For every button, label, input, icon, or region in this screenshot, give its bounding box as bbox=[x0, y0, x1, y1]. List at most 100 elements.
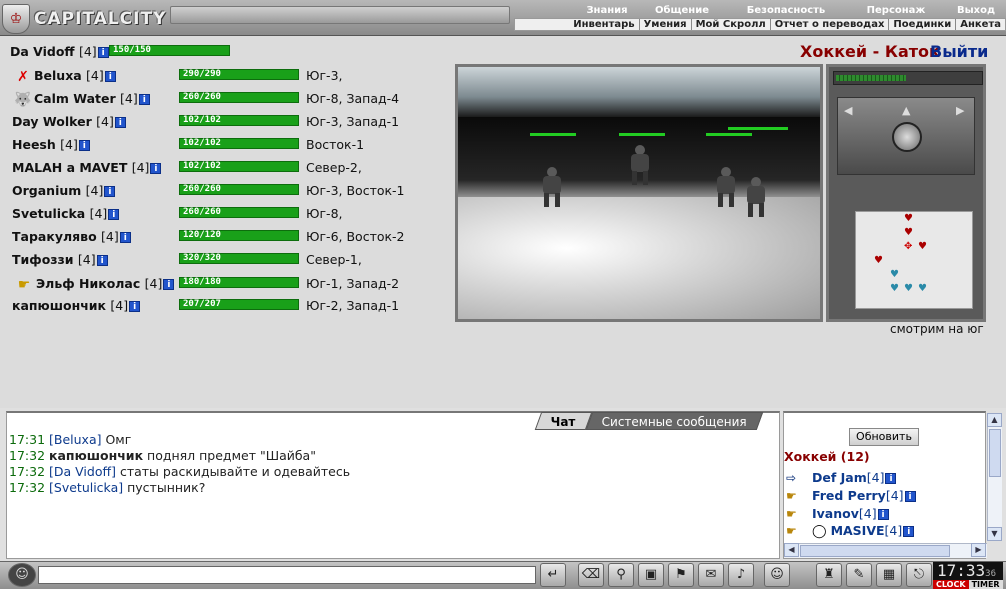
private-message-icon[interactable]: ✉ bbox=[698, 563, 724, 587]
player-name[interactable]: Тифоззи bbox=[12, 252, 74, 267]
horizontal-scrollbar[interactable] bbox=[784, 543, 987, 558]
tool-icon[interactable]: ✎ bbox=[846, 563, 872, 587]
menu-exit[interactable]: Выход bbox=[946, 5, 1006, 17]
player-name[interactable]: Heesh bbox=[12, 137, 56, 152]
info-icon[interactable]: i bbox=[129, 301, 141, 312]
compass-center-icon[interactable] bbox=[892, 122, 922, 152]
minimap[interactable]: ♥ ♥ ✥ ♥ ♥ ♥ ♥ ♥ ♥ bbox=[855, 211, 973, 309]
player-level: [4] bbox=[120, 91, 138, 106]
menu-security[interactable]: Безопасность bbox=[726, 5, 846, 17]
chat-time[interactable]: 17:32 bbox=[9, 464, 45, 479]
info-icon[interactable]: i bbox=[904, 491, 916, 502]
room-list-item[interactable]: ⇨ Def Jam[4] i bbox=[786, 470, 897, 486]
info-icon[interactable]: i bbox=[903, 526, 915, 537]
player-name[interactable]: капюшончик bbox=[12, 298, 106, 313]
submenu-duels[interactable]: Поединки bbox=[889, 19, 957, 30]
info-icon[interactable]: i bbox=[877, 509, 889, 520]
info-icon[interactable]: i bbox=[119, 232, 131, 243]
info-icon[interactable]: i bbox=[96, 255, 108, 266]
player-figure[interactable] bbox=[626, 145, 654, 185]
info-icon[interactable]: i bbox=[114, 117, 126, 128]
chat-user[interactable]: [Svetulicka] bbox=[49, 480, 123, 495]
smile-icon[interactable]: ☺ bbox=[764, 563, 790, 587]
tab-system-messages[interactable]: Системные сообщения bbox=[585, 412, 763, 430]
chat-time[interactable]: 17:31 bbox=[9, 432, 45, 447]
move-forward-icon[interactable]: ▲ bbox=[902, 104, 910, 117]
exit-link[interactable]: Выйти bbox=[930, 42, 988, 61]
player-name[interactable]: Calm Water bbox=[34, 91, 116, 106]
send-enter-icon[interactable]: ↵ bbox=[540, 563, 566, 587]
menu-knowledge[interactable]: Знания bbox=[576, 5, 638, 17]
chat-user[interactable]: [Beluxa] bbox=[49, 432, 101, 447]
refresh-button[interactable]: Обновить bbox=[849, 428, 919, 446]
chat-user[interactable]: капюшончик bbox=[49, 448, 143, 463]
hand-icon: ☛ bbox=[786, 507, 797, 521]
player-name[interactable]: Day Wolker bbox=[12, 114, 92, 129]
exit-icon[interactable]: ⎋ bbox=[906, 563, 932, 587]
player-name[interactable]: Beluxa bbox=[34, 68, 82, 83]
room-player-name[interactable]: Fred Perry bbox=[812, 488, 886, 503]
save-icon[interactable]: ▣ bbox=[638, 563, 664, 587]
sound-icon[interactable]: ♪ bbox=[728, 563, 754, 587]
player-figure[interactable] bbox=[538, 167, 566, 207]
room-list-item[interactable]: ☛ Ivanov[4] i bbox=[786, 506, 889, 522]
scroll-right-icon[interactable]: ▶ bbox=[971, 543, 986, 557]
room-list-item[interactable]: ☛ ◯ MASIVE[4] i bbox=[786, 523, 915, 539]
player-level: [4] bbox=[86, 68, 104, 83]
chat-time[interactable]: 17:32 bbox=[9, 480, 45, 495]
player-position: Юг-6, Восток-2 bbox=[306, 229, 405, 244]
room-player-name[interactable]: Def Jam bbox=[812, 470, 867, 485]
menu-communication[interactable]: Общение bbox=[638, 5, 726, 17]
filter-icon[interactable]: ⚲ bbox=[608, 563, 634, 587]
self-player: Da Vidoff [4] i bbox=[10, 44, 109, 59]
turn-right-icon[interactable]: ▶ bbox=[956, 104, 964, 117]
player-name[interactable]: MALAH a MAVET bbox=[12, 160, 127, 175]
info-icon[interactable]: i bbox=[885, 473, 897, 484]
chat-user[interactable]: [Da Vidoff] bbox=[49, 464, 116, 479]
player-name[interactable]: Таракуляво bbox=[12, 229, 97, 244]
box-icon[interactable]: ▦ bbox=[876, 563, 902, 587]
submenu-skills[interactable]: Умения bbox=[640, 19, 692, 30]
eraser-icon[interactable]: ⌫ bbox=[578, 563, 604, 587]
scroll-down-icon[interactable]: ▼ bbox=[987, 527, 1002, 541]
compass[interactable]: ◀ ▶ ▲ bbox=[837, 97, 975, 175]
info-icon[interactable]: i bbox=[97, 47, 109, 58]
menu-character[interactable]: Персонаж bbox=[846, 5, 946, 17]
smiley-face-icon[interactable]: ☺ bbox=[8, 563, 36, 587]
clock-mode-clock[interactable]: CLOCK bbox=[933, 580, 969, 589]
clock-mode-timer[interactable]: TIMER bbox=[968, 580, 1003, 589]
info-icon[interactable]: i bbox=[138, 94, 150, 105]
scroll-left-icon[interactable]: ◀ bbox=[784, 543, 799, 557]
player-figure[interactable] bbox=[712, 167, 740, 207]
info-icon[interactable]: i bbox=[104, 186, 116, 197]
vertical-scrollbar[interactable] bbox=[987, 413, 1002, 540]
player-position: Север-2, bbox=[306, 160, 362, 175]
info-icon[interactable]: i bbox=[108, 209, 120, 220]
room-list-item[interactable]: ☛ Fred Perry[4] i bbox=[786, 488, 916, 504]
player-name[interactable]: Organium bbox=[12, 183, 81, 198]
person-icon[interactable]: ⚑ bbox=[668, 563, 694, 587]
game-view[interactable] bbox=[455, 64, 823, 322]
player-figure[interactable] bbox=[742, 177, 770, 217]
info-icon[interactable]: i bbox=[163, 279, 175, 290]
scroll-up-icon[interactable]: ▲ bbox=[987, 413, 1002, 427]
self-name[interactable]: Da Vidoff bbox=[10, 44, 75, 59]
submenu-transfer-report[interactable]: Отчет о переводах bbox=[771, 19, 890, 30]
player-name[interactable]: Svetulicka bbox=[12, 206, 85, 221]
chat-time[interactable]: 17:32 bbox=[9, 448, 45, 463]
tab-chat[interactable]: Чат bbox=[534, 412, 593, 430]
room-player-name[interactable]: Ivanov bbox=[812, 506, 859, 521]
info-icon[interactable]: i bbox=[104, 71, 116, 82]
info-icon[interactable]: i bbox=[150, 163, 162, 174]
chat-input[interactable] bbox=[38, 566, 536, 584]
lock-icon[interactable]: ♜ bbox=[816, 563, 842, 587]
scroll-thumb[interactable] bbox=[800, 545, 950, 557]
info-icon[interactable]: i bbox=[78, 140, 90, 151]
submenu-inventory[interactable]: Инвентарь bbox=[569, 19, 640, 30]
room-player-name[interactable]: MASIVE bbox=[831, 523, 885, 538]
scroll-thumb[interactable] bbox=[989, 429, 1001, 477]
player-name[interactable]: Эльф Николас bbox=[36, 276, 140, 291]
submenu-profile[interactable]: Анкета bbox=[956, 19, 1005, 30]
submenu-my-scroll[interactable]: Мой Скролл bbox=[692, 19, 771, 30]
turn-left-icon[interactable]: ◀ bbox=[844, 104, 852, 117]
